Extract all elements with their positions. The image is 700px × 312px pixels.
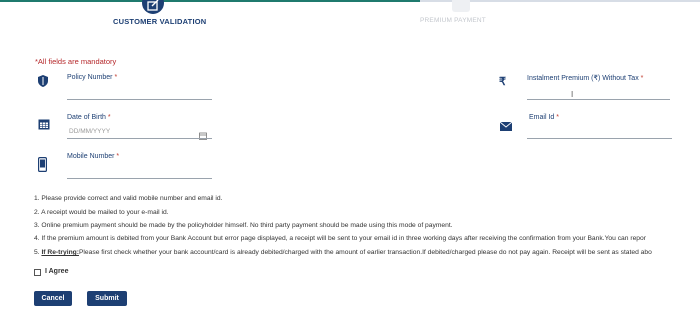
calendar-icon [38, 117, 50, 135]
agree-label: I Agree [45, 268, 69, 275]
mobile-label: Mobile Number * [67, 153, 119, 160]
step-premium-payment: PREMIUM PAYMENT [420, 17, 486, 24]
note-4: 4. If the premium amount is debited from… [34, 235, 646, 242]
installment-premium-label-text: Instalment Premium (₹) Without Tax [527, 75, 639, 82]
required-marker: * [638, 75, 644, 82]
required-marker: * [105, 114, 111, 121]
text-cursor-icon: I [571, 90, 574, 99]
note-5: 5. If Re-trying:Please first check wheth… [34, 249, 700, 256]
mobile-phone-icon [38, 157, 48, 177]
dob-label-text: Date of Birth [67, 114, 106, 121]
required-marker: * [114, 153, 120, 160]
mobile-label-text: Mobile Number [67, 153, 115, 160]
mandatory-note: *All fields are mandatory [35, 57, 117, 66]
installment-premium-input[interactable] [527, 99, 670, 100]
cancel-button[interactable]: Cancel [34, 291, 72, 306]
date-picker-icon[interactable] [199, 127, 207, 145]
submit-button[interactable]: Submit [87, 291, 127, 306]
rupee-icon: ₹ [499, 76, 506, 88]
note-2: 2. A receipt would be mailed to your e-m… [34, 209, 169, 216]
edit-icon [142, 0, 164, 14]
stepper-progress-line [0, 0, 420, 2]
required-marker: * [112, 74, 118, 81]
email-input[interactable] [527, 138, 672, 139]
envelope-icon [499, 118, 513, 136]
step-customer-validation: CUSTOMER VALIDATION [113, 17, 207, 26]
email-label: Email Id * [529, 114, 559, 121]
dob-label: Date of Birth * [67, 114, 111, 121]
note-5-heading: If Re-trying: [41, 249, 79, 256]
note-5-text: Please first check whether your bank acc… [78, 249, 652, 256]
payment-step-icon [452, 0, 470, 12]
policy-number-input[interactable] [67, 99, 212, 100]
policy-number-label: Policy Number * [67, 74, 117, 81]
dob-placeholder: DD/MM/YYYY [69, 128, 111, 135]
installment-premium-label: Instalment Premium (₹) Without Tax * [527, 74, 643, 82]
required-marker: * [554, 114, 559, 121]
mobile-input[interactable] [67, 178, 212, 179]
note-1: 1. Please provide correct and valid mobi… [34, 195, 223, 202]
shield-icon [38, 74, 48, 92]
note-3: 3. Online premium payment should be made… [34, 222, 453, 229]
agree-checkbox[interactable] [34, 269, 41, 276]
dob-input[interactable] [67, 138, 212, 139]
policy-number-label-text: Policy Number [67, 74, 113, 81]
email-label-text: Email Id [529, 114, 555, 121]
